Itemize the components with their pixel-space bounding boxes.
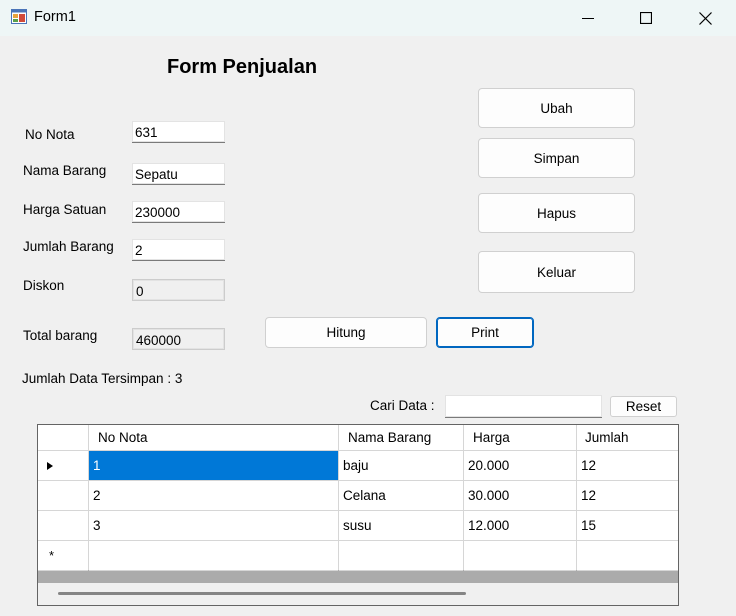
maximize-button[interactable] bbox=[617, 0, 675, 36]
new-row-cell[interactable] bbox=[577, 541, 678, 571]
row-header[interactable] bbox=[38, 481, 88, 511]
header-harga[interactable]: Harga bbox=[464, 425, 576, 451]
hapus-button[interactable]: Hapus bbox=[478, 193, 635, 233]
saved-count-text: Jumlah Data Tersimpan : 3 bbox=[22, 371, 183, 386]
no-nota-input[interactable] bbox=[132, 121, 225, 143]
row-header[interactable] bbox=[38, 511, 88, 541]
new-row-cell[interactable] bbox=[464, 541, 576, 571]
diskon-label: Diskon bbox=[23, 278, 65, 293]
row-header[interactable] bbox=[38, 451, 88, 481]
scrollbar-thumb[interactable] bbox=[58, 592, 466, 595]
table-cell[interactable]: 12 bbox=[577, 481, 678, 511]
table-cell[interactable]: 12 bbox=[577, 451, 678, 481]
close-icon bbox=[698, 11, 712, 25]
data-grid[interactable]: No Nota Nama Barang Harga Jumlah * 1 baj… bbox=[37, 424, 679, 606]
table-cell[interactable]: baju bbox=[339, 451, 463, 481]
table-cell[interactable]: 1 bbox=[89, 451, 338, 481]
simpan-button[interactable]: Simpan bbox=[478, 138, 635, 178]
maximize-icon bbox=[640, 12, 652, 24]
grid-body: No Nota Nama Barang Harga Jumlah * 1 baj… bbox=[38, 425, 678, 571]
harga-satuan-input[interactable] bbox=[132, 201, 225, 223]
horizontal-scrollbar[interactable] bbox=[38, 583, 678, 605]
form-title: Form Penjualan bbox=[167, 56, 318, 78]
nama-barang-label: Nama Barang bbox=[23, 163, 107, 178]
reset-button[interactable]: Reset bbox=[610, 396, 677, 417]
table-cell[interactable]: 2 bbox=[89, 481, 338, 511]
ubah-button[interactable]: Ubah bbox=[478, 88, 635, 128]
window-title: Form1 bbox=[34, 9, 76, 25]
hitung-button[interactable]: Hitung bbox=[265, 317, 427, 348]
table-cell[interactable]: 20.000 bbox=[464, 451, 576, 481]
keluar-button[interactable]: Keluar bbox=[478, 251, 635, 293]
close-button[interactable] bbox=[676, 0, 734, 36]
header-nama-barang[interactable]: Nama Barang bbox=[339, 425, 463, 451]
header-no-nota[interactable]: No Nota bbox=[89, 425, 338, 451]
current-row-arrow-icon bbox=[47, 462, 53, 470]
print-button[interactable]: Print bbox=[436, 317, 534, 348]
total-barang-label: Total barang bbox=[23, 328, 98, 343]
table-cell[interactable]: 12.000 bbox=[464, 511, 576, 541]
table-cell[interactable]: 15 bbox=[577, 511, 678, 541]
jumlah-barang-label: Jumlah Barang bbox=[23, 239, 114, 254]
table-cell[interactable]: 3 bbox=[89, 511, 338, 541]
no-nota-label: No Nota bbox=[25, 127, 75, 142]
diskon-input bbox=[132, 279, 225, 301]
search-input[interactable] bbox=[445, 395, 602, 418]
app-icon bbox=[11, 9, 27, 24]
minimize-button[interactable] bbox=[559, 0, 617, 36]
total-barang-input bbox=[132, 328, 225, 350]
harga-satuan-label: Harga Satuan bbox=[23, 202, 107, 217]
new-row-cell[interactable] bbox=[89, 541, 338, 571]
header-jumlah[interactable]: Jumlah bbox=[577, 425, 678, 451]
table-cell[interactable]: susu bbox=[339, 511, 463, 541]
jumlah-barang-input[interactable] bbox=[132, 239, 225, 261]
new-row-icon: * bbox=[49, 548, 55, 563]
grid-corner-header[interactable] bbox=[38, 425, 88, 451]
row-header-new[interactable]: * bbox=[38, 541, 88, 571]
title-bar[interactable]: Form1 bbox=[0, 0, 736, 36]
new-row-cell[interactable] bbox=[339, 541, 463, 571]
table-cell[interactable]: Celana bbox=[339, 481, 463, 511]
table-cell[interactable]: 30.000 bbox=[464, 481, 576, 511]
minimize-icon bbox=[582, 18, 594, 19]
search-label: Cari Data : bbox=[370, 398, 435, 413]
nama-barang-input[interactable] bbox=[132, 163, 225, 185]
